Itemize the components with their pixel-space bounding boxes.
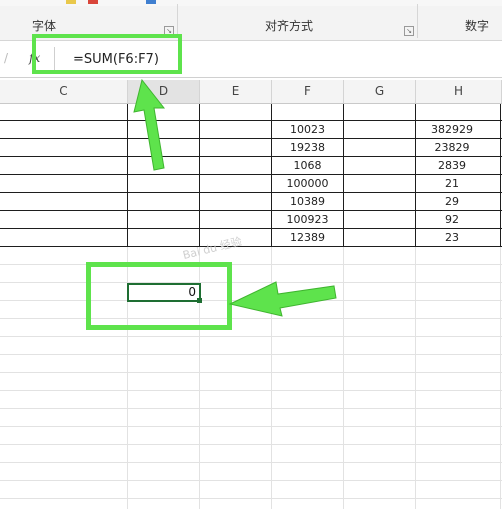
- table-border-vline: [500, 104, 501, 246]
- grid-hline: [0, 498, 502, 499]
- cell-h-value[interactable]: 23: [416, 229, 488, 247]
- grid-hline: [0, 462, 502, 463]
- cell-f-value[interactable]: 19238: [272, 139, 343, 157]
- cell-h-value[interactable]: 92: [416, 211, 488, 229]
- grid-hline: [0, 480, 502, 481]
- ribbon-separator: [177, 4, 178, 38]
- column-header-e[interactable]: E: [200, 80, 272, 103]
- grid-hline: [0, 336, 502, 337]
- formula-highlight-box: [32, 34, 182, 74]
- ribbon-group-number-label: 数字: [465, 19, 490, 33]
- ribbon-icon-fragment: [88, 0, 98, 4]
- cell-h-value[interactable]: 29: [416, 193, 488, 211]
- cell-f-value[interactable]: 1068: [272, 157, 343, 175]
- grid-hline: [0, 318, 502, 319]
- grid-hline: [0, 408, 502, 409]
- table-border-vline: [343, 104, 344, 246]
- up-arrow-icon: [133, 78, 166, 171]
- grid-hline: [0, 426, 502, 427]
- left-arrow-icon: [228, 281, 337, 317]
- cell-f-value[interactable]: 10389: [272, 193, 343, 211]
- ribbon-icon-fragment: [66, 0, 76, 4]
- grid-hline: [0, 444, 502, 445]
- grid-hline: [0, 390, 502, 391]
- cell-h-value[interactable]: 23829: [416, 139, 488, 157]
- cell-f-value[interactable]: 10023: [272, 121, 343, 139]
- cell-f-value[interactable]: 12389: [272, 229, 343, 247]
- alignment-dialog-launcher-icon[interactable]: ↘: [404, 26, 414, 36]
- grid-hline: [0, 354, 502, 355]
- cell-h-value[interactable]: 382929: [416, 121, 488, 139]
- grid-hline: [0, 372, 502, 373]
- cell-f-value[interactable]: 100923: [272, 211, 343, 229]
- table-border-vline: [127, 104, 128, 246]
- table-border-vline: [199, 104, 200, 246]
- column-header-h[interactable]: H: [416, 80, 502, 103]
- column-header-g[interactable]: G: [344, 80, 416, 103]
- cell-h-value[interactable]: 21: [416, 175, 488, 193]
- cell-h-value[interactable]: 2839: [416, 157, 488, 175]
- column-header-row: C D E F G H: [0, 80, 502, 104]
- ribbon-group-alignment-label: 对齐方式: [265, 19, 314, 33]
- ribbon-separator: [417, 4, 418, 38]
- column-header-f[interactable]: F: [272, 80, 344, 103]
- ribbon-group-font-label: 字体: [32, 19, 57, 33]
- ribbon-icon-fragment: [146, 0, 156, 4]
- cell-f-value[interactable]: 100000: [272, 175, 343, 193]
- column-header-c[interactable]: C: [0, 80, 128, 103]
- result-highlight-box: [86, 262, 232, 330]
- grid-hline: [0, 264, 502, 265]
- name-box-edge[interactable]: /: [4, 51, 8, 65]
